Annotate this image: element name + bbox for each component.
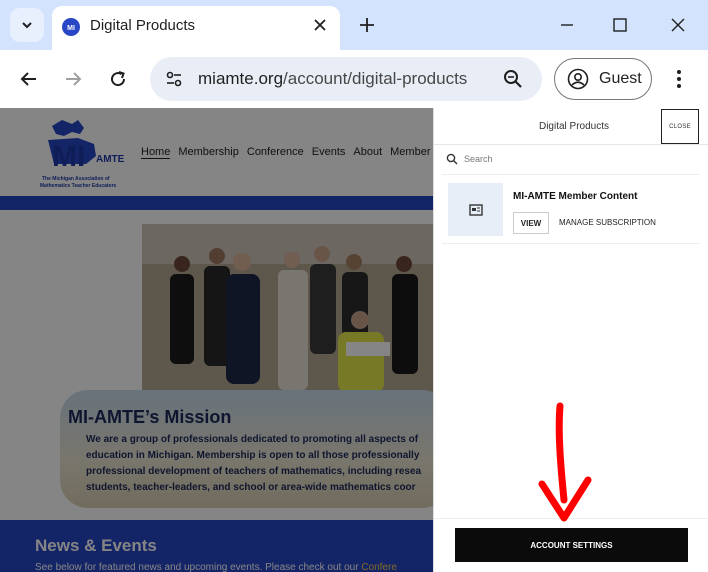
url-path: /account/digital-products — [283, 69, 468, 88]
modal-overlay[interactable] — [0, 108, 433, 572]
manage-subscription-link[interactable]: MANAGE SUBSCRIPTION — [559, 218, 656, 227]
tune-icon — [166, 71, 182, 87]
maximize-button[interactable] — [605, 10, 635, 40]
new-tab-button[interactable] — [354, 12, 380, 38]
plus-icon — [360, 18, 374, 32]
browser-titlebar: MI Digital Products — [0, 0, 708, 50]
account-settings-button[interactable]: ACCOUNT SETTINGS — [455, 528, 688, 562]
reload-button[interactable] — [103, 64, 133, 94]
tab-search-button[interactable] — [10, 8, 44, 42]
digital-product-icon — [468, 203, 483, 216]
panel-close-button[interactable]: CLOSE — [661, 109, 699, 144]
close-icon — [314, 19, 326, 31]
profile-label: Guest — [599, 70, 642, 87]
annotation-arrow-icon — [538, 402, 592, 522]
product-list-item: MI-AMTE Member Content VIEW MANAGE SUBSC… — [442, 174, 700, 244]
url-domain: miamte.org — [198, 69, 284, 88]
close-icon — [671, 18, 685, 32]
site-favicon-icon: MI — [62, 18, 80, 36]
tab-close-button[interactable] — [310, 15, 330, 35]
browser-tab[interactable]: MI Digital Products — [52, 6, 340, 50]
svg-text:MI: MI — [67, 25, 75, 32]
reload-icon — [111, 71, 126, 87]
minimize-button[interactable] — [552, 10, 582, 40]
address-bar[interactable]: miamte.org/account/digital-products — [150, 57, 542, 101]
divider — [434, 144, 708, 145]
url-text: miamte.org/account/digital-products — [198, 69, 467, 89]
view-product-button[interactable]: VIEW — [513, 212, 549, 234]
page-viewport: MI AMTE The Michigan Association of Math… — [0, 108, 708, 572]
more-vert-icon — [677, 70, 681, 88]
tab-title: Digital Products — [90, 17, 196, 34]
minimize-icon — [561, 24, 573, 26]
forward-button[interactable] — [58, 64, 88, 94]
product-thumbnail — [448, 183, 503, 236]
arrow-left-icon — [20, 72, 36, 86]
browser-toolbar: miamte.org/account/digital-products Gues… — [0, 50, 708, 108]
browser-menu-button[interactable] — [668, 64, 690, 94]
search-icon — [446, 153, 458, 165]
chevron-down-icon — [22, 22, 32, 29]
maximize-icon — [613, 18, 627, 32]
product-name: MI-AMTE Member Content — [513, 191, 638, 202]
product-search-input[interactable] — [464, 152, 684, 166]
account-circle-icon — [567, 68, 589, 90]
arrow-right-icon — [66, 72, 82, 86]
site-info-button[interactable] — [160, 65, 188, 93]
profile-button[interactable]: Guest — [554, 58, 652, 100]
zoom-icon[interactable] — [502, 68, 524, 90]
window-close-button[interactable] — [663, 10, 693, 40]
back-button[interactable] — [14, 64, 44, 94]
